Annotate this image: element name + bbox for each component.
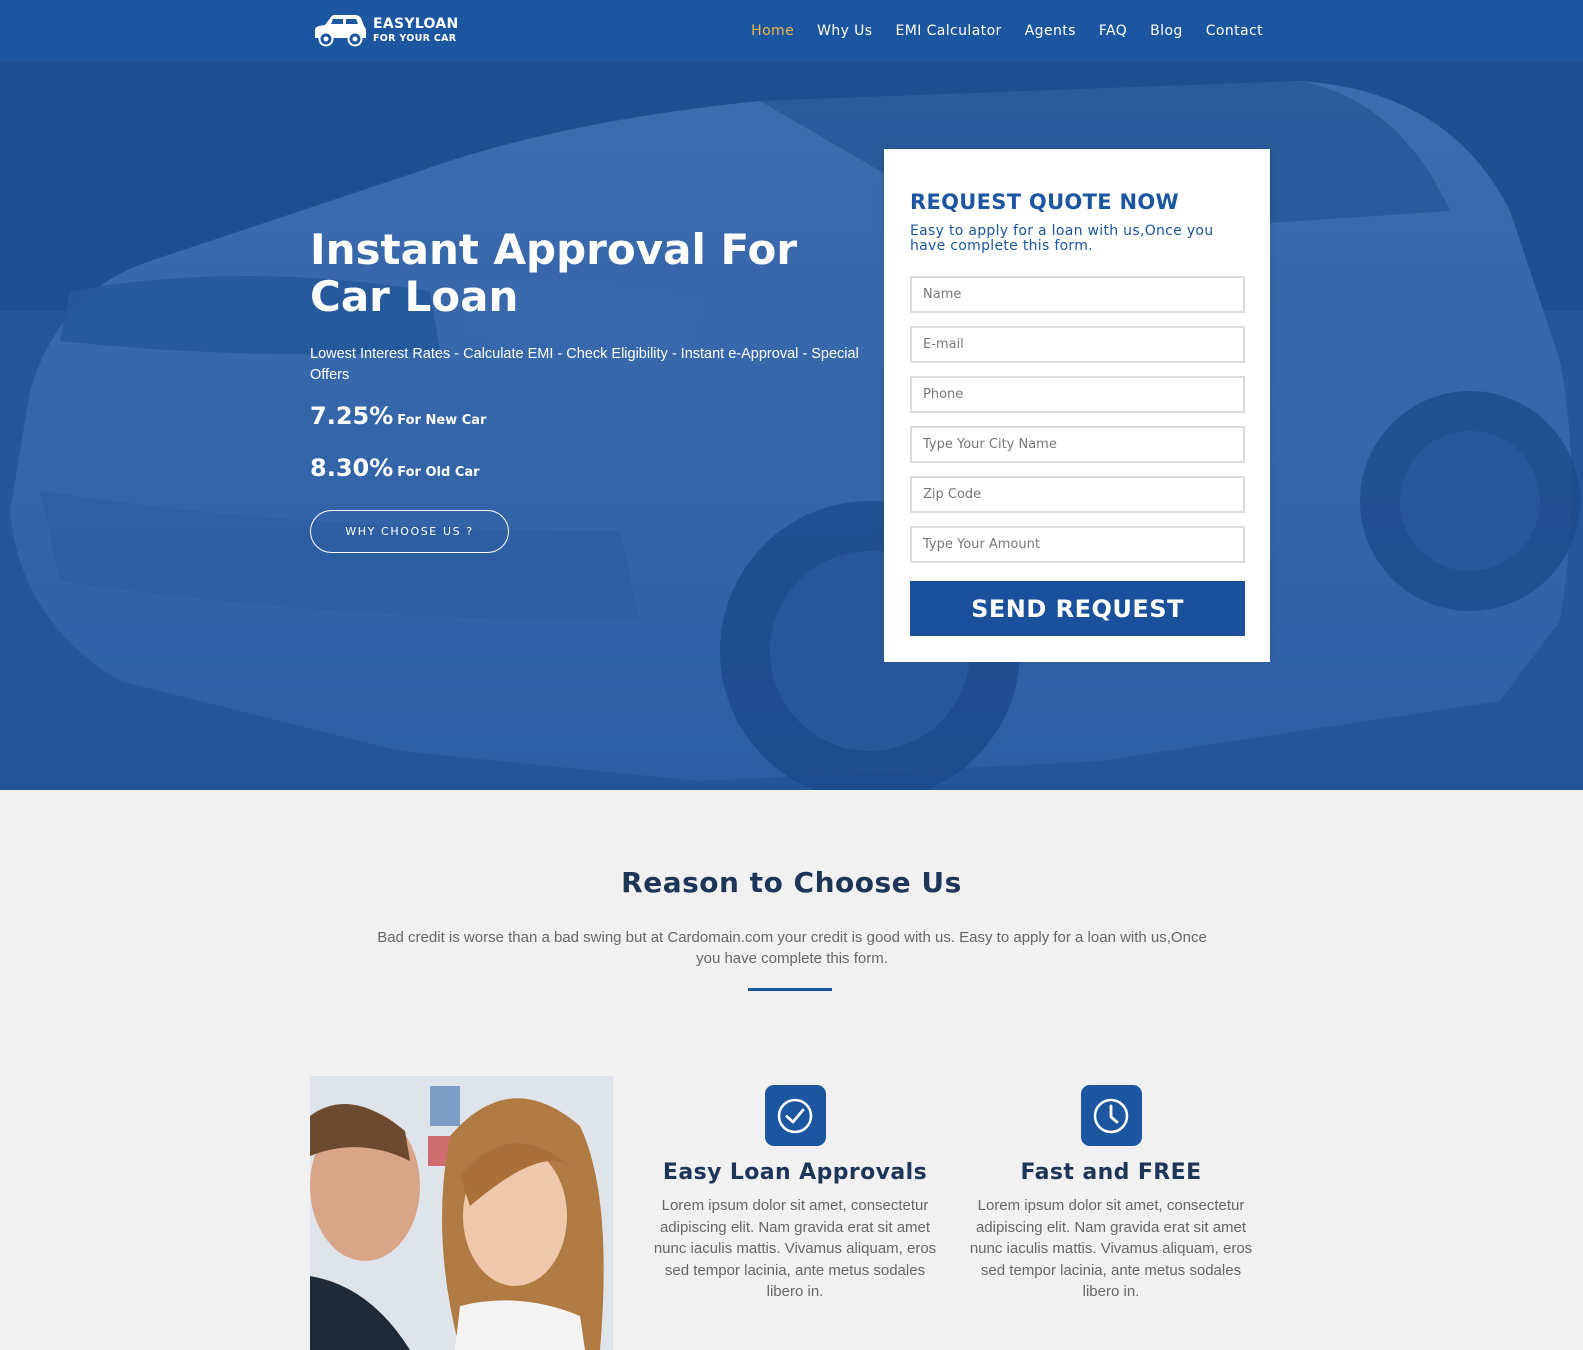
check-circle-icon — [764, 1085, 826, 1146]
feature-easy-loan: Easy Loan Approvals Lorem ipsum dolor si… — [650, 1085, 940, 1303]
section-description: Bad credit is worse than a bad swing but… — [377, 929, 1207, 967]
nav-emi-calculator[interactable]: EMI Calculator — [896, 23, 1002, 39]
nav-contact[interactable]: Contact — [1206, 23, 1263, 39]
hero-subtitle: Lowest Interest Rates - Calculate EMI - … — [310, 346, 859, 383]
feature-fast-free: Fast and FREE Lorem ipsum dolor sit amet… — [966, 1085, 1256, 1303]
nav-blog[interactable]: Blog — [1150, 23, 1183, 39]
car-logo-icon — [315, 15, 366, 47]
send-request-button[interactable]: SEND REQUEST — [910, 581, 1245, 636]
rate-value: 7.25% — [310, 402, 394, 430]
rate-label: For Old Car — [397, 465, 480, 480]
nav-agents[interactable]: Agents — [1025, 23, 1076, 39]
feature-title: Easy Loan Approvals — [662, 1160, 928, 1185]
rate-label: For New Car — [397, 413, 487, 428]
phone-field[interactable] — [910, 376, 1245, 413]
hero-title: Instant Approval For Car Loan — [310, 225, 798, 321]
feature-text: Lorem ipsum dolor sit amet, consectetur … — [653, 1197, 937, 1300]
nav-faq[interactable]: FAQ — [1099, 23, 1127, 39]
main-menu: Home Why Us EMI Calculator Agents FAQ Bl… — [751, 0, 1263, 61]
email-field[interactable] — [910, 326, 1245, 363]
rate-new-car: 7.25% For New Car — [310, 402, 486, 430]
rate-value: 8.30% — [310, 454, 394, 482]
logo-brand: EASYLOAN — [373, 15, 459, 32]
request-quote-form: REQUEST QUOTE NOW Easy to apply for a lo… — [884, 149, 1270, 662]
clock-icon — [1080, 1085, 1142, 1146]
quote-title: REQUEST QUOTE NOW — [910, 190, 1179, 214]
happy-couple-photo — [310, 1076, 613, 1350]
rate-old-car: 8.30% For Old Car — [310, 454, 480, 482]
zip-code-field[interactable] — [910, 476, 1245, 513]
nav-home[interactable]: Home — [751, 23, 794, 39]
nav-why-us[interactable]: Why Us — [817, 23, 872, 39]
top-navbar: EASYLOAN FOR YOUR CAR Home Why Us EMI Ca… — [0, 0, 1583, 61]
section-divider — [748, 988, 832, 991]
why-choose-us-button[interactable]: WHY CHOOSE US ? — [310, 510, 509, 553]
logo-tagline: FOR YOUR CAR — [373, 32, 457, 44]
amount-field[interactable] — [910, 526, 1245, 563]
feature-text: Lorem ipsum dolor sit amet, consectetur … — [969, 1197, 1253, 1300]
feature-title: Fast and FREE — [1020, 1160, 1202, 1185]
hero-section: Instant Approval For Car Loan Lowest Int… — [0, 61, 1583, 790]
site-logo[interactable]: EASYLOAN FOR YOUR CAR — [311, 10, 461, 50]
city-field[interactable] — [910, 426, 1245, 463]
hero-overlay — [0, 61, 1583, 790]
name-field[interactable] — [910, 276, 1245, 313]
quote-description: Easy to apply for a loan with us,Once yo… — [910, 223, 1214, 254]
section-title: Reason to Choose Us — [621, 866, 962, 899]
